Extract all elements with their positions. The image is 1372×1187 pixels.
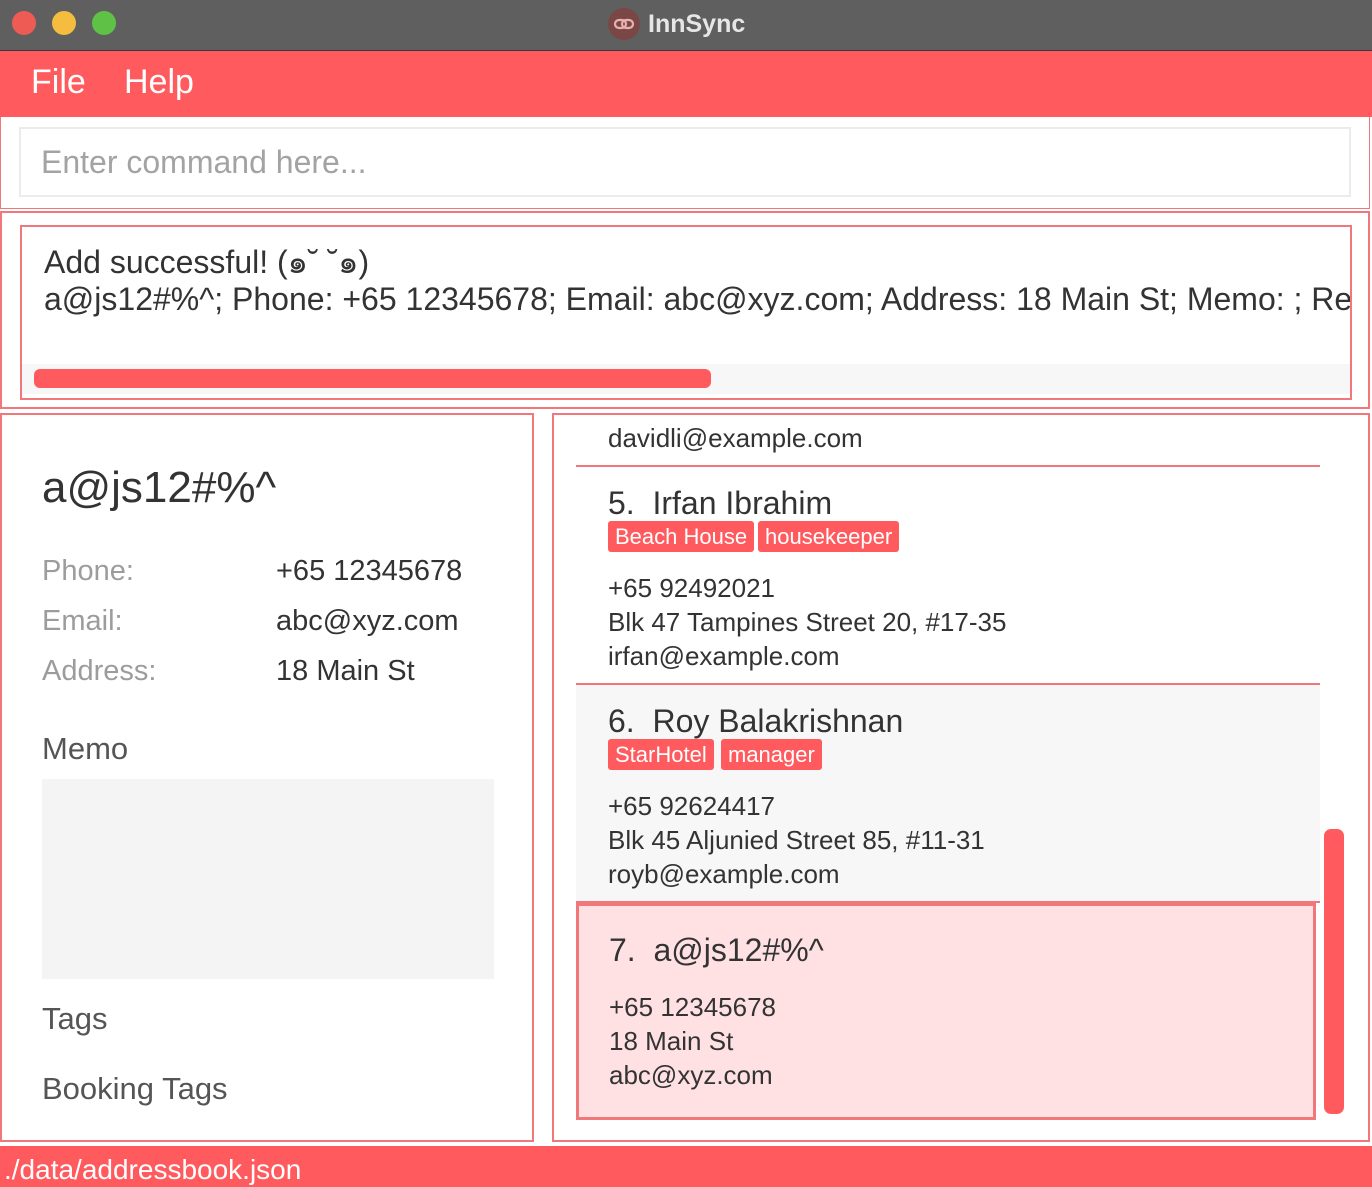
window-title: InnSync — [608, 6, 745, 42]
person-name: 7. a@js12#%^ — [609, 932, 824, 969]
menu-bar: File Help — [0, 51, 1372, 117]
person-name: 6. Roy Balakrishnan — [608, 703, 903, 740]
person-address: Blk 47 Tampines Street 20, #17-35 — [608, 607, 1007, 637]
list-item[interactable]: 6. Roy Balakrishnan StarHotel manager +6… — [576, 685, 1320, 901]
tag-badge: housekeeper — [758, 521, 900, 552]
person-name: 5. Irfan Ibrahim — [608, 485, 832, 522]
vertical-scroll-thumb[interactable] — [1324, 829, 1344, 1114]
title-bar: InnSync — [0, 0, 1372, 51]
command-input[interactable] — [19, 127, 1351, 197]
status-bar: ./data/addressbook.json — [0, 1146, 1372, 1187]
window-title-text: InnSync — [648, 9, 746, 38]
phone-value: +65 12345678 — [276, 555, 463, 587]
person-name-text: Roy Balakrishnan — [652, 703, 904, 739]
person-list-panel[interactable]: davidli@example.com 5. Irfan Ibrahim Bea… — [552, 413, 1370, 1142]
memo-box — [42, 779, 494, 979]
close-window-button[interactable] — [12, 11, 36, 35]
maximize-window-button[interactable] — [92, 11, 116, 35]
list-item[interactable]: davidli@example.com — [576, 415, 1320, 467]
phone-label: Phone: — [42, 555, 134, 587]
command-box — [0, 117, 1370, 209]
save-location: ./data/addressbook.json — [4, 1154, 302, 1185]
address-value: 18 Main St — [276, 655, 415, 687]
person-index: 5. — [608, 485, 635, 521]
person-phone: +65 12345678 — [609, 992, 777, 1022]
person-phone: +65 92624417 — [608, 791, 776, 821]
person-name-text: a@js12#%^ — [653, 932, 824, 968]
email-label: Email: — [42, 605, 123, 637]
person-index: 7. — [609, 932, 636, 968]
link-logo-icon — [608, 8, 640, 40]
person-address: Blk 45 Aljunied Street 85, #11-31 — [608, 825, 985, 855]
person-email: davidli@example.com — [608, 423, 863, 453]
booking-tags-heading: Booking Tags — [42, 1071, 228, 1106]
tag-badge: StarHotel — [608, 739, 714, 770]
person-index: 6. — [608, 703, 635, 739]
result-display[interactable]: Add successful! (๑˘ ˘๑) a@js12#%^; Phone… — [20, 225, 1352, 400]
person-email: royb@example.com — [608, 859, 840, 889]
memo-heading: Memo — [42, 731, 129, 766]
result-details: a@js12#%^; Phone: +65 12345678; Email: a… — [44, 281, 1352, 317]
address-label: Address: — [42, 655, 157, 687]
horizontal-scroll-thumb[interactable] — [34, 369, 711, 388]
minimize-window-button[interactable] — [52, 11, 76, 35]
tag-badge: manager — [721, 739, 822, 770]
list-item-selected[interactable]: 7. a@js12#%^ +65 12345678 18 Main St abc… — [576, 903, 1316, 1120]
email-value: abc@xyz.com — [276, 605, 459, 637]
person-email: irfan@example.com — [608, 641, 840, 671]
horizontal-scrollbar[interactable] — [22, 364, 1350, 394]
person-email: abc@xyz.com — [609, 1060, 773, 1090]
result-panel: Add successful! (๑˘ ˘๑) a@js12#%^; Phone… — [0, 211, 1370, 409]
menu-file[interactable]: File — [31, 63, 86, 102]
person-detail-panel: a@js12#%^ Phone: +65 12345678 Email: abc… — [0, 413, 534, 1142]
list-item[interactable]: 5. Irfan Ibrahim Beach House housekeeper… — [576, 467, 1320, 685]
person-address: 18 Main St — [609, 1026, 734, 1056]
menu-help[interactable]: Help — [124, 63, 194, 102]
tags-heading: Tags — [42, 1001, 108, 1036]
person-phone: +65 92492021 — [608, 573, 776, 603]
person-name-text: Irfan Ibrahim — [652, 485, 833, 521]
tag-badge: Beach House — [608, 521, 755, 552]
detail-name: a@js12#%^ — [42, 463, 277, 512]
